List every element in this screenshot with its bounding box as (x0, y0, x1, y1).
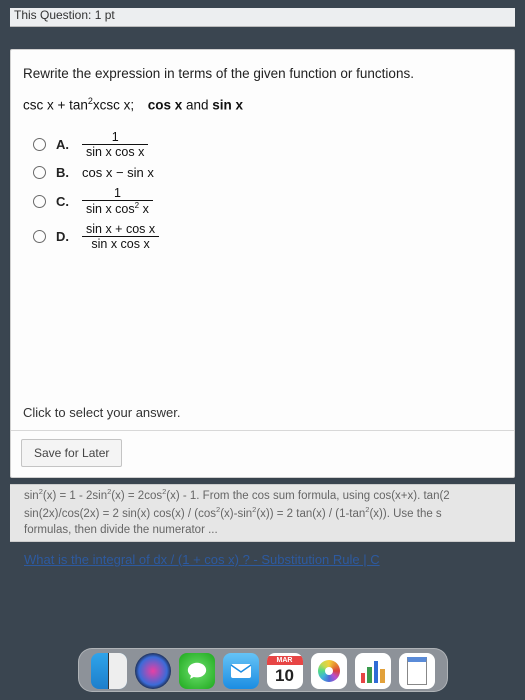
siri-icon[interactable] (135, 653, 171, 689)
choice-label: D. (56, 229, 72, 244)
answer-choice-c[interactable]: C. 1sin x cos2 x (33, 186, 502, 216)
choice-math: cos x − sin x (82, 165, 154, 180)
document-app-icon[interactable] (399, 653, 435, 689)
chart-app-icon[interactable] (355, 653, 391, 689)
messages-icon[interactable] (179, 653, 215, 689)
radio-icon[interactable] (33, 138, 46, 151)
choice-math: 1sin x cos x (82, 130, 148, 159)
choice-label: C. (56, 194, 72, 209)
macos-dock: MAR 10 (78, 648, 448, 692)
radio-icon[interactable] (33, 166, 46, 179)
background-answer-text: sin2(x) = 1 - 2sin2(x) = 2cos2(x) - 1. F… (10, 484, 515, 542)
choice-math: 1sin x cos2 x (82, 186, 153, 216)
choice-label: A. (56, 137, 72, 152)
answer-choice-b[interactable]: B. cos x − sin x (33, 165, 502, 180)
radio-icon[interactable] (33, 230, 46, 243)
question-expression: csc x + tan2xcsc x; cos x and sin x (23, 96, 502, 113)
answer-choice-d[interactable]: D. sin x + cos xsin x cos x (33, 222, 502, 251)
question-prompt: Rewrite the expression in terms of the g… (23, 64, 502, 84)
radio-icon[interactable] (33, 195, 46, 208)
calendar-icon[interactable]: MAR 10 (267, 653, 303, 689)
answer-choice-a[interactable]: A. 1sin x cos x (33, 130, 502, 159)
background-question-link[interactable]: What is the integral of dx / (1 + cos x)… (10, 552, 515, 567)
instruction-text: Click to select your answer. (11, 397, 514, 431)
answer-choices: A. 1sin x cos x B. cos x − sin x C. 1sin x co… (23, 130, 502, 397)
choice-math: sin x + cos xsin x cos x (82, 222, 159, 251)
calendar-day: 10 (275, 665, 294, 687)
mail-icon[interactable] (223, 653, 259, 689)
calendar-month: MAR (267, 656, 303, 665)
question-header: This Question: 1 pt (10, 8, 515, 27)
question-card: Rewrite the expression in terms of the g… (10, 49, 515, 478)
finder-icon[interactable] (91, 653, 127, 689)
choice-label: B. (56, 165, 72, 180)
photos-icon[interactable] (311, 653, 347, 689)
save-for-later-button[interactable]: Save for Later (21, 439, 122, 467)
